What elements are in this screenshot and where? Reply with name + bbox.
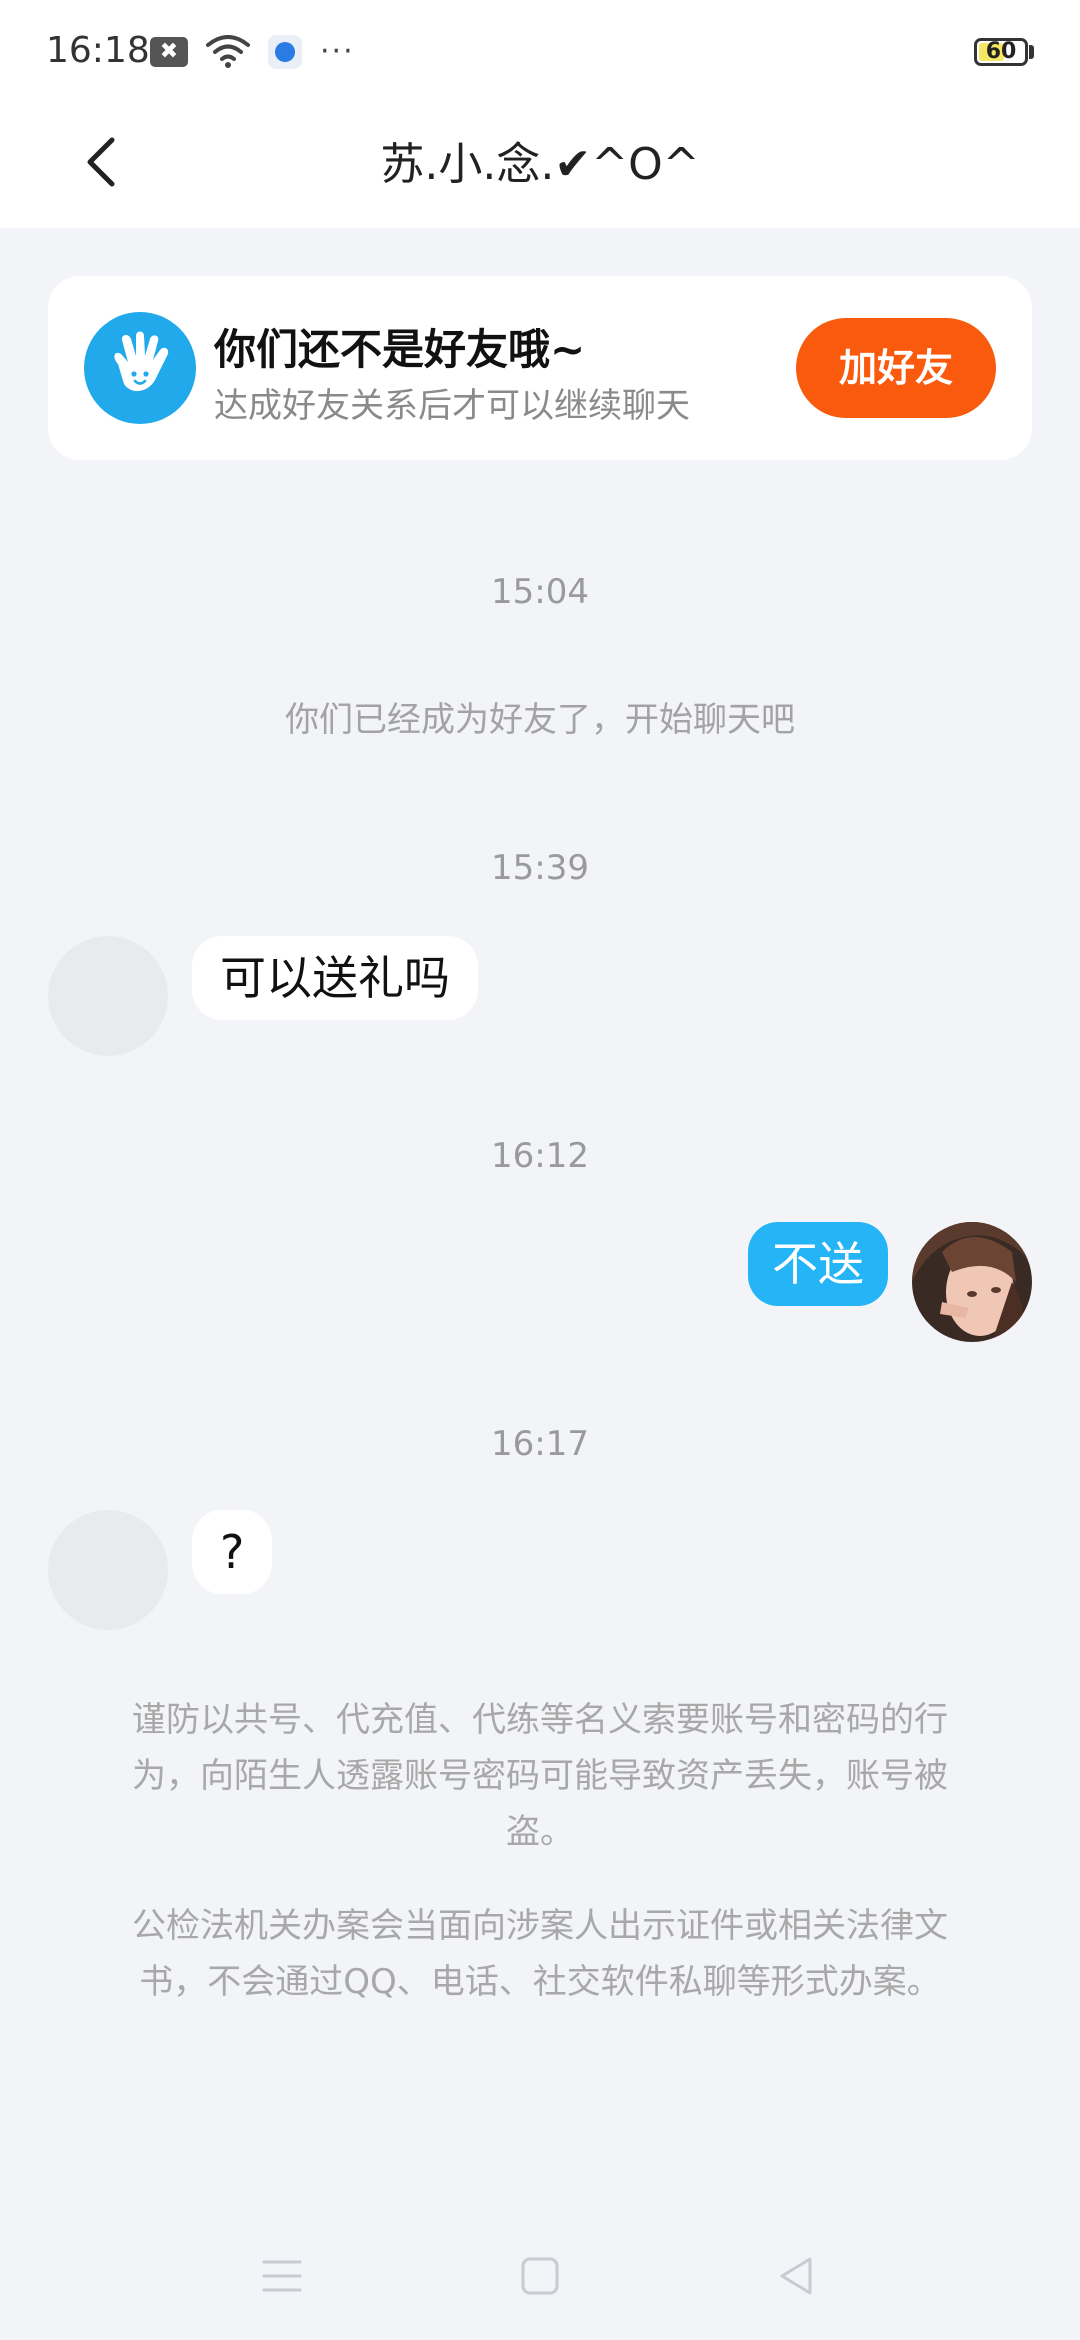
menu-button[interactable] [252, 2246, 312, 2306]
safety-notice-police: 公检法机关办案会当面向涉案人出示证件或相关法律文书，不会通过QQ、电话、社交软件… [132, 1906, 948, 2002]
status-icons: ✖ ··· [150, 34, 355, 69]
contact-name: 苏.小.念.✔^O^ [380, 139, 700, 190]
system-nav-bar [0, 2210, 1080, 2340]
incoming-message[interactable]: 可以送礼吗 [192, 936, 478, 1020]
not-friend-banner: 你们还不是好友哦~ 达成好友关系后才可以继续聊天 加好友 [48, 276, 1032, 460]
menu-icon [262, 2260, 302, 2292]
home-button[interactable] [510, 2246, 570, 2306]
battery-icon: 60 [974, 38, 1028, 66]
back-nav-button[interactable] [766, 2246, 826, 2306]
message-timestamp: 16:17 [491, 1424, 589, 1464]
message-timestamp: 15:04 [491, 572, 589, 612]
add-friend-button[interactable]: 加好友 [796, 318, 996, 418]
battery-percent: 60 [985, 39, 1017, 64]
my-avatar[interactable] [912, 1222, 1032, 1342]
banner-subtitle: 达成好友关系后才可以继续聊天 [214, 386, 690, 426]
home-square-icon [521, 2257, 559, 2295]
triangle-back-icon [780, 2257, 812, 2295]
safety-notice-account: 谨防以共号、代充值、代练等名义索要账号和密码的行为，向陌生人透露账号密码可能导致… [132, 1700, 948, 1852]
message-timestamp: 16:12 [491, 1136, 589, 1176]
contact-avatar[interactable] [48, 936, 168, 1056]
incoming-message[interactable]: ? [192, 1510, 273, 1594]
chat-header: 苏.小.念.✔^O^ [0, 100, 1080, 228]
wifi-icon [206, 34, 250, 68]
more-notifications-icon: ··· [320, 34, 355, 69]
system-message: 你们已经成为好友了，开始聊天吧 [285, 700, 795, 740]
close-box-icon: ✖ [150, 36, 188, 67]
status-bar: 16:18 ✖ ··· 60 [0, 0, 1080, 100]
banner-title: 你们还不是好友哦~ [214, 325, 586, 374]
app-notification-icon [268, 34, 302, 69]
status-time: 16:18 [46, 30, 150, 71]
battery-tip [1029, 45, 1034, 59]
contact-avatar[interactable] [48, 1510, 168, 1630]
outgoing-message[interactable]: 不送 [748, 1222, 888, 1306]
message-timestamp: 15:39 [491, 848, 589, 888]
wave-hand-icon [84, 312, 196, 424]
